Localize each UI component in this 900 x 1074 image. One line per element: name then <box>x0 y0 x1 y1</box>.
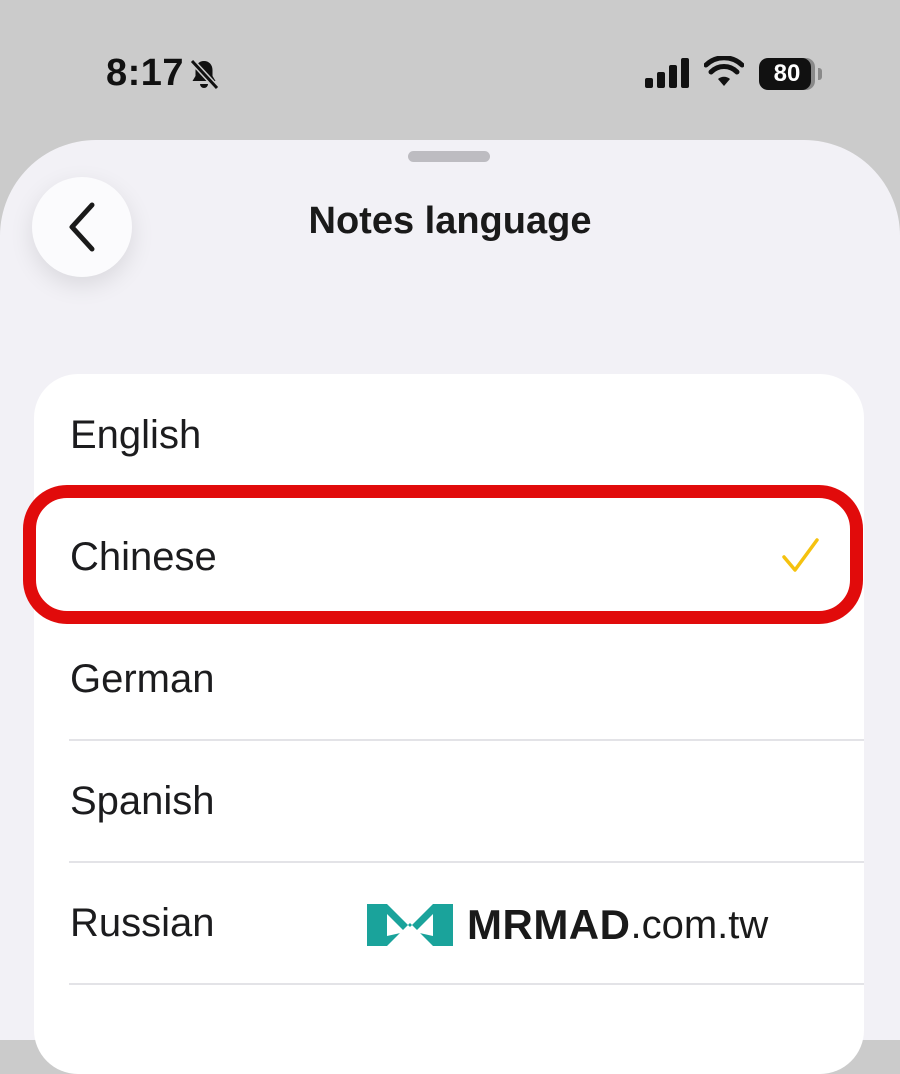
checkmark-icon <box>782 538 819 572</box>
battery-percent: 80 <box>773 60 801 87</box>
language-label: Spanish <box>70 779 215 823</box>
watermark: MRMAD .com.tw <box>365 898 768 952</box>
language-list: English Chinese German Spanish Russian <box>34 374 864 1074</box>
sheet-grabber[interactable] <box>408 151 490 162</box>
language-label: Chinese <box>70 535 217 579</box>
language-label: English <box>70 413 202 457</box>
status-time: 8:17 <box>106 52 185 94</box>
battery-icon: 80 <box>759 58 823 90</box>
page-title: Notes language <box>308 200 592 242</box>
wifi-icon <box>704 56 744 86</box>
divider <box>69 983 864 985</box>
battery-tip <box>818 68 822 80</box>
watermark-brand: MRMAD <box>467 901 631 948</box>
cellular-signal-icon <box>645 58 689 88</box>
watermark-suffix: .com.tw <box>630 902 769 947</box>
bell-slash-icon <box>189 58 220 91</box>
mrmad-logo-icon <box>367 904 453 946</box>
language-label: German <box>70 657 215 701</box>
language-option-spanish[interactable]: Spanish <box>34 740 864 862</box>
language-option-german[interactable]: German <box>34 618 864 740</box>
language-option-chinese[interactable]: Chinese <box>34 496 864 618</box>
language-label: Russian <box>70 901 215 945</box>
status-bar: 8:17 80 <box>0 0 900 140</box>
language-option-english[interactable]: English <box>34 374 864 496</box>
